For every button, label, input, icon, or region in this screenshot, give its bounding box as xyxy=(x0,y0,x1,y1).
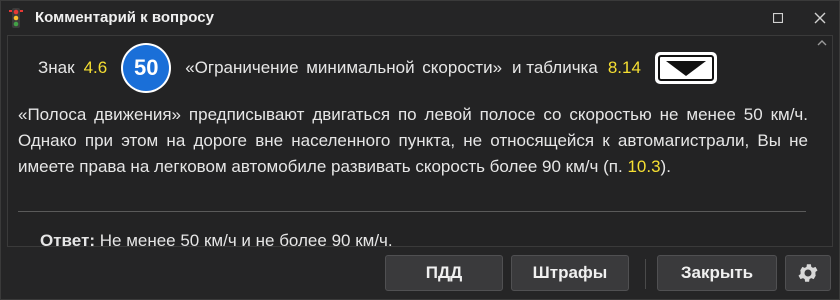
window-title: Комментарий к вопросу xyxy=(35,9,214,26)
scroll-up-icon[interactable] xyxy=(817,38,827,48)
sign-prefix: Знак xyxy=(38,58,75,77)
settings-button[interactable] xyxy=(785,255,831,291)
comment-panel[interactable]: Знак 4.6 50 «Ограничение минимальной ско… xyxy=(7,35,833,250)
button-separator xyxy=(645,259,646,289)
maximize-button[interactable] xyxy=(761,1,795,35)
close-icon xyxy=(814,12,826,24)
lane-plate-sign xyxy=(654,52,717,84)
sign-name: «Ограничение минимальной скорости» xyxy=(185,58,503,77)
answer-line: Ответ: Не менее 50 км/ч и не более 90 км… xyxy=(40,231,393,251)
pdd-button[interactable]: ПДД xyxy=(385,255,503,291)
answer-text: Не менее 50 км/ч и не более 90 км/ч. xyxy=(99,231,393,250)
close-button[interactable]: Закрыть xyxy=(657,255,777,291)
divider xyxy=(18,211,806,212)
paragraph-end: ). xyxy=(660,157,671,176)
rule-reference-link[interactable]: 10.3 xyxy=(627,157,660,176)
conjunction-text: и табличка xyxy=(512,58,598,77)
answer-label: Ответ: xyxy=(40,231,95,250)
traffic-light-icon xyxy=(9,8,23,28)
comment-paragraph: «Полоса движения» предписывают двигаться… xyxy=(18,102,808,180)
sign-description-line: Знак 4.6 50 «Ограничение минимальной ско… xyxy=(38,43,808,93)
gear-icon xyxy=(798,264,818,282)
maximize-icon xyxy=(773,13,783,23)
min-speed-sign-value: 50 xyxy=(123,45,170,91)
comment-window: Комментарий к вопросу Знак 4.6 50 «Огран… xyxy=(0,0,840,300)
sign-number: 4.6 xyxy=(83,58,108,77)
title-bar[interactable]: Комментарий к вопросу xyxy=(1,1,839,35)
close-window-button[interactable] xyxy=(803,1,837,35)
min-speed-sign: 50 xyxy=(121,43,172,93)
plate-number: 8.14 xyxy=(607,58,641,77)
paragraph-text: «Полоса движения» предписывают двигаться… xyxy=(18,105,808,176)
arrow-down-icon xyxy=(665,61,706,76)
fines-button[interactable]: Штрафы xyxy=(511,255,629,291)
